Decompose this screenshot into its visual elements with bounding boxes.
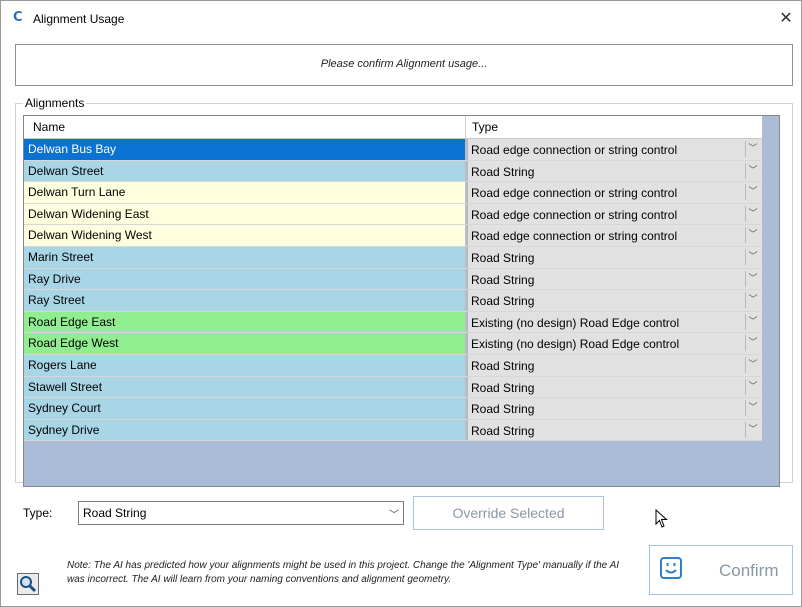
alignment-type-dropdown[interactable]: Road String ﹀ — [467, 268, 762, 290]
table-row[interactable]: Ray Drive Road String ﹀ — [24, 268, 762, 291]
alignment-type-dropdown[interactable]: Road String ﹀ — [467, 398, 762, 419]
alignment-type-dropdown[interactable]: Road String ﹀ — [467, 376, 762, 398]
alignment-type-dropdown[interactable]: Existing (no design) Road Edge control ﹀ — [467, 311, 762, 333]
alignment-type-value: Road edge connection or string control — [471, 143, 678, 157]
alignment-type-dropdown[interactable]: Road String ﹀ — [467, 354, 762, 376]
alignment-name-cell[interactable]: Ray Street — [24, 290, 466, 311]
chevron-down-icon[interactable]: ﹀ — [745, 248, 760, 265]
alignment-usage-dialog: C Alignment Usage ✕ Please confirm Align… — [0, 0, 802, 607]
alignment-type-dropdown[interactable]: Road String ﹀ — [467, 160, 762, 182]
type-select[interactable]: Road String ﹀ — [78, 501, 404, 525]
alignment-type-dropdown[interactable]: Road String ﹀ — [467, 290, 762, 311]
alignment-type-value: Road String — [471, 250, 535, 265]
type-label: Type: — [23, 506, 53, 520]
chevron-down-icon: ﹀ — [389, 510, 399, 521]
alignment-type-value: Existing (no design) Road Edge control — [471, 337, 680, 352]
chevron-down-icon[interactable]: ﹀ — [745, 292, 760, 309]
table-row[interactable]: Delwan Bus Bay Road edge connection or st… — [24, 139, 762, 161]
table-row[interactable]: Delwan Widening East Road edge connection… — [24, 203, 762, 226]
close-button[interactable]: ✕ — [776, 7, 796, 29]
table-row[interactable]: Marin Street Road String ﹀ — [24, 246, 762, 269]
alignment-name-cell[interactable]: Delwan Street — [24, 160, 466, 182]
window-title: Alignment Usage — [33, 12, 125, 26]
alignment-type-dropdown[interactable]: Road edge connection or string control ﹀ — [467, 139, 762, 160]
chevron-down-icon[interactable]: ﹀ — [745, 205, 760, 222]
table-row[interactable]: Delwan Widening West Road edge connection… — [24, 225, 762, 247]
alignment-name-cell[interactable]: Delwan Widening East — [24, 203, 466, 225]
type-select-value: Road String — [83, 506, 147, 520]
chevron-down-icon[interactable]: ﹀ — [745, 335, 760, 352]
app-logo-icon: C — [13, 10, 23, 25]
alignment-name-cell[interactable]: Stawell Street — [24, 376, 466, 398]
column-header-type[interactable]: Type — [466, 116, 762, 139]
alignment-name-cell[interactable]: Road Edge West — [24, 333, 466, 354]
column-header-name[interactable]: Name — [24, 116, 466, 139]
table-row[interactable]: Road Edge West Existing (no design) Road … — [24, 333, 762, 355]
alignment-name-cell[interactable]: Rogers Lane — [24, 354, 466, 376]
alignments-group-label: Alignments — [23, 96, 87, 110]
alignment-type-dropdown[interactable]: Road edge connection or string control ﹀ — [467, 203, 762, 225]
zoom-button[interactable] — [17, 573, 39, 595]
table-row[interactable]: Road Edge East Existing (no design) Road … — [24, 311, 762, 334]
table-row[interactable]: Delwan Street Road String ﹀ — [24, 160, 762, 183]
alignment-name-cell[interactable]: Road Edge East — [24, 311, 466, 333]
alignment-type-dropdown[interactable]: Road edge connection or string control ﹀ — [467, 225, 762, 246]
confirm-button[interactable]: Confirm — [649, 545, 793, 595]
chevron-down-icon[interactable]: ﹀ — [745, 141, 760, 157]
alignment-type-value: Road String — [471, 164, 535, 179]
alignment-name-cell[interactable]: Sydney Drive — [24, 419, 466, 441]
chevron-down-icon[interactable]: ﹀ — [745, 356, 760, 373]
alignment-type-dropdown[interactable]: Road String ﹀ — [467, 419, 762, 441]
alignment-type-dropdown[interactable]: Road edge connection or string control ﹀ — [467, 182, 762, 203]
title-bar: C Alignment Usage ✕ — [1, 1, 801, 37]
grid-rows: Delwan Bus Bay Road edge connection or st… — [24, 139, 762, 442]
chevron-down-icon[interactable]: ﹀ — [745, 400, 760, 417]
alignment-name-cell[interactable]: Ray Drive — [24, 268, 466, 290]
alignment-type-dropdown[interactable]: Existing (no design) Road Edge control ﹀ — [467, 333, 762, 354]
alignment-type-value: Existing (no design) Road Edge control — [471, 315, 680, 330]
table-row[interactable]: Sydney Court Road String ﹀ — [24, 398, 762, 420]
alignment-type-value: Road String — [471, 402, 535, 417]
prompt-text: Please confirm Alignment usage... — [320, 58, 488, 70]
table-row[interactable]: Stawell Street Road String ﹀ — [24, 376, 762, 399]
grid-header: Name Type — [24, 116, 762, 139]
alignment-name-cell[interactable]: Delwan Turn Lane — [24, 182, 466, 203]
alignment-type-value: Road String — [471, 380, 535, 395]
alignment-type-value: Road edge connection or string control — [471, 207, 678, 222]
alignment-type-value: Road String — [471, 423, 535, 438]
mouse-cursor-icon — [655, 509, 668, 528]
alignments-grid[interactable]: Name Type Delwan Bus Bay Road edge connec… — [23, 115, 780, 487]
alignment-type-value: Road String — [471, 294, 535, 309]
chevron-down-icon[interactable]: ﹀ — [745, 378, 760, 395]
alignment-type-value: Road String — [471, 272, 535, 287]
table-row[interactable]: Sydney Drive Road String ﹀ — [24, 419, 762, 442]
alignment-name-cell[interactable]: Delwan Bus Bay — [24, 139, 466, 160]
override-selected-button[interactable]: Override Selected — [413, 496, 604, 530]
alignment-type-value: Road edge connection or string control — [471, 229, 678, 244]
alignment-type-value: Road edge connection or string control — [471, 186, 678, 201]
ai-smile-icon — [660, 557, 682, 579]
table-row[interactable]: Rogers Lane Road String ﹀ — [24, 354, 762, 377]
prompt-panel: Please confirm Alignment usage... — [15, 44, 793, 86]
chevron-down-icon[interactable]: ﹀ — [745, 270, 760, 287]
confirm-label: Confirm — [719, 561, 779, 580]
alignment-name-cell[interactable]: Delwan Widening West — [24, 225, 466, 246]
alignment-name-cell[interactable]: Sydney Court — [24, 398, 466, 419]
magnifier-icon — [20, 576, 37, 593]
chevron-down-icon[interactable]: ﹀ — [745, 227, 760, 244]
alignment-type-dropdown[interactable]: Road String ﹀ — [467, 246, 762, 268]
ai-note-text: Note: The AI has predicted how your alig… — [67, 560, 620, 585]
alignment-type-value: Road String — [471, 358, 535, 373]
chevron-down-icon[interactable]: ﹀ — [745, 421, 760, 438]
chevron-down-icon[interactable]: ﹀ — [745, 313, 760, 330]
chevron-down-icon[interactable]: ﹀ — [745, 162, 760, 179]
chevron-down-icon[interactable]: ﹀ — [745, 184, 760, 201]
table-row[interactable]: Delwan Turn Lane Road edge connection or … — [24, 182, 762, 204]
alignment-name-cell[interactable]: Marin Street — [24, 246, 466, 268]
table-row[interactable]: Ray Street Road String ﹀ — [24, 290, 762, 312]
